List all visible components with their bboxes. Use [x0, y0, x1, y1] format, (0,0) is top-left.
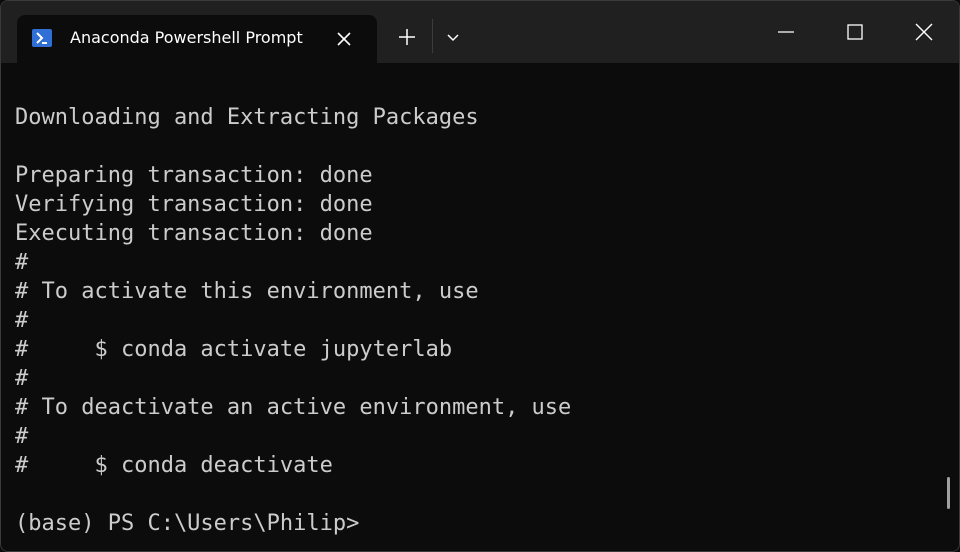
- terminal-line: #: [15, 308, 29, 333]
- plus-icon[interactable]: [395, 25, 419, 49]
- terminal-line: # To activate this environment, use: [15, 279, 479, 304]
- chevron-down-icon[interactable]: [441, 25, 465, 49]
- terminal-line: # $ conda activate jupyterlab: [15, 337, 453, 362]
- maximize-icon[interactable]: [840, 17, 870, 47]
- powershell-icon: [32, 29, 52, 47]
- scrollbar-thumb[interactable]: [947, 477, 950, 509]
- terminal-line: Downloading and Extracting Packages: [15, 105, 479, 130]
- terminal-line: # $ conda deactivate: [15, 453, 333, 478]
- terminal-line: Verifying transaction: done: [15, 192, 373, 217]
- close-icon[interactable]: [333, 28, 355, 50]
- tab-anaconda-powershell[interactable]: Anaconda Powershell Prompt: [17, 15, 377, 63]
- divider: [432, 19, 433, 53]
- tab-title: Anaconda Powershell Prompt: [70, 28, 303, 47]
- terminal-line: Executing transaction: done: [15, 221, 373, 246]
- terminal-window: Anaconda Powershell Prompt Downloading a…: [0, 0, 960, 552]
- prompt-line: (base) PS C:\Users\Philip>: [15, 511, 360, 536]
- terminal-output[interactable]: Downloading and Extracting Packages Prep…: [1, 63, 959, 551]
- minimize-icon[interactable]: [771, 17, 801, 47]
- terminal-line: # To deactivate an active environment, u…: [15, 395, 572, 420]
- terminal-line: #: [15, 366, 29, 391]
- title-bar: Anaconda Powershell Prompt: [1, 1, 959, 63]
- close-window-icon[interactable]: [909, 17, 939, 47]
- terminal-line: Preparing transaction: done: [15, 163, 373, 188]
- terminal-line: #: [15, 424, 29, 449]
- terminal-line: #: [15, 250, 29, 275]
